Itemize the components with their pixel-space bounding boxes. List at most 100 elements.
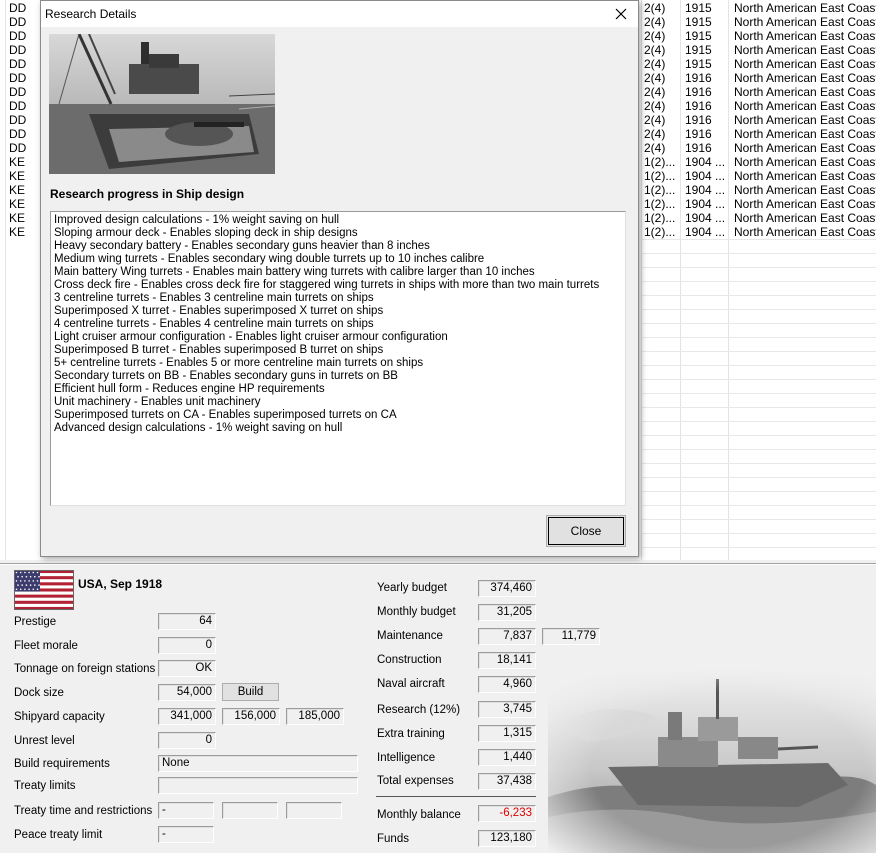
fleet-area: North American East Coast bbox=[734, 225, 876, 239]
grid-line bbox=[641, 435, 876, 436]
fleet-area: North American East Coast bbox=[734, 155, 876, 169]
fleet-count: 2(4) bbox=[644, 71, 666, 85]
funds-label: Funds bbox=[377, 833, 409, 845]
grid-line bbox=[641, 407, 876, 408]
panel-separator bbox=[0, 563, 876, 565]
grid-line bbox=[641, 365, 876, 366]
fleet-type: DD bbox=[9, 141, 27, 155]
fleet-count: 1(2)... bbox=[644, 155, 676, 169]
research-item[interactable]: Efficient hull form - Reduces engine HP … bbox=[54, 383, 622, 396]
monthly-balance-value: -6,233 bbox=[478, 805, 536, 822]
usa-flag-icon bbox=[14, 570, 74, 611]
fleet-year: 1916 bbox=[685, 71, 712, 85]
fleet-area: North American East Coast bbox=[734, 141, 876, 155]
research-item[interactable]: Superimposed B turret - Enables superimp… bbox=[54, 344, 622, 357]
nation-date: USA, Sep 1918 bbox=[78, 577, 163, 591]
grid-line bbox=[641, 267, 876, 268]
close-button[interactable]: Close bbox=[546, 515, 626, 547]
fleet-type: KE bbox=[9, 155, 26, 169]
research-item[interactable]: Medium wing turrets - Enables secondary … bbox=[54, 253, 622, 266]
fleet-type: DD bbox=[9, 85, 27, 99]
research-item[interactable]: Main battery Wing turrets - Enables main… bbox=[54, 266, 622, 279]
monthly-budget-value: 31,205 bbox=[478, 604, 536, 621]
build-requirements-label: Build requirements bbox=[14, 758, 110, 770]
research-item[interactable]: Heavy secondary battery - Enables second… bbox=[54, 240, 622, 253]
fleet-type: KE bbox=[9, 183, 26, 197]
research-item[interactable]: Advanced design calculations - 1% weight… bbox=[54, 422, 622, 435]
grid-line bbox=[641, 477, 876, 478]
research-item[interactable]: Superimposed X turret - Enables superimp… bbox=[54, 305, 622, 318]
fleet-area: North American East Coast bbox=[734, 85, 876, 99]
treaty-limits-value bbox=[158, 777, 358, 794]
fleet-year: 1904 ... bbox=[685, 155, 726, 169]
fleet-area: North American East Coast bbox=[734, 15, 876, 29]
research-item[interactable]: Sloping armour deck - Enables sloping de… bbox=[54, 227, 622, 240]
fleet-area: North American East Coast bbox=[734, 29, 876, 43]
research-progress-heading: Research progress in Ship design bbox=[50, 187, 245, 201]
grid-line bbox=[641, 491, 876, 492]
destroyer-artwork bbox=[548, 667, 876, 853]
research-item[interactable]: Cross deck fire - Enables cross deck fir… bbox=[54, 279, 622, 292]
research-item[interactable]: Improved design calculations - 1% weight… bbox=[54, 214, 622, 227]
fleet-year: 1904 ... bbox=[685, 197, 726, 211]
close-icon[interactable] bbox=[610, 4, 632, 24]
research-item[interactable]: 4 centreline turrets - Enables 4 centrel… bbox=[54, 318, 622, 331]
fleet-type: KE bbox=[9, 225, 26, 239]
grid-line bbox=[641, 519, 876, 520]
fleet-year: 1916 bbox=[685, 85, 712, 99]
fleet-type: DD bbox=[9, 71, 27, 85]
shipyard-capacity-value: 185,000 bbox=[286, 708, 344, 725]
fleet-count: 2(4) bbox=[644, 43, 666, 57]
grid-line bbox=[641, 449, 876, 450]
research-item[interactable]: Secondary turrets on BB - Enables second… bbox=[54, 370, 622, 383]
fleet-count: 2(4) bbox=[644, 29, 666, 43]
fleet-area: North American East Coast bbox=[734, 127, 876, 141]
fleet-type: DD bbox=[9, 29, 27, 43]
intelligence-value: 1,440 bbox=[478, 749, 536, 766]
shipyard-capacity-value: 156,000 bbox=[222, 708, 280, 725]
fleet-count: 2(4) bbox=[644, 127, 666, 141]
fleet-count: 1(2)... bbox=[644, 197, 676, 211]
fleet-type: DD bbox=[9, 1, 27, 15]
grid-line bbox=[641, 253, 876, 254]
construction-label: Construction bbox=[377, 654, 442, 666]
naval-aircraft-value: 4,960 bbox=[478, 676, 536, 693]
fleet-year: 1904 ... bbox=[685, 183, 726, 197]
monthly-balance-label: Monthly balance bbox=[377, 809, 461, 821]
grid-line bbox=[641, 463, 876, 464]
fleet-type: DD bbox=[9, 43, 27, 57]
research-list[interactable]: Improved design calculations - 1% weight… bbox=[50, 211, 626, 506]
prestige-label: Prestige bbox=[14, 616, 57, 628]
tonnage-foreign-value: OK bbox=[158, 660, 216, 677]
fleet-year: 1916 bbox=[685, 127, 712, 141]
research-item[interactable]: Superimposed turrets on CA - Enables sup… bbox=[54, 409, 622, 422]
build-dock-button[interactable]: Build bbox=[222, 683, 279, 701]
grid-line bbox=[641, 379, 876, 380]
fleet-count: 1(2)... bbox=[644, 183, 676, 197]
fleet-year: 1915 bbox=[685, 15, 712, 29]
dialog-titlebar[interactable]: Research Details bbox=[41, 1, 638, 27]
research-item[interactable]: 3 centreline turrets - Enables 3 centrel… bbox=[54, 292, 622, 305]
research-item[interactable]: Light cruiser armour configuration - Ena… bbox=[54, 331, 622, 344]
fleet-type: DD bbox=[9, 113, 27, 127]
dock-size-value: 54,000 bbox=[158, 684, 216, 701]
yearly-budget-value: 374,460 bbox=[478, 580, 536, 597]
fleet-area: North American East Coast bbox=[734, 113, 876, 127]
monthly-budget-label: Monthly budget bbox=[377, 606, 456, 618]
fleet-type: DD bbox=[9, 15, 27, 29]
treaty-time-label: Treaty time and restrictions bbox=[14, 805, 153, 817]
research-details-dialog: Research Details Research progress in Sh… bbox=[40, 0, 639, 557]
research-item[interactable]: Unit machinery - Enables unit machinery bbox=[54, 396, 622, 409]
intelligence-label: Intelligence bbox=[377, 752, 436, 764]
unrest-level-label: Unrest level bbox=[14, 735, 75, 747]
research-item[interactable]: 5+ centreline turrets - Enables 5 or mor… bbox=[54, 357, 622, 370]
fleet-count: 1(2)... bbox=[644, 169, 676, 183]
grid-line bbox=[641, 351, 876, 352]
fleet-area: North American East Coast bbox=[734, 183, 876, 197]
fleet-area: North American East Coast bbox=[734, 197, 876, 211]
fleet-count: 2(4) bbox=[644, 141, 666, 155]
balance-divider bbox=[376, 796, 536, 797]
maintenance-label: Maintenance bbox=[377, 630, 443, 642]
fleet-count: 2(4) bbox=[644, 57, 666, 71]
yearly-budget-label: Yearly budget bbox=[377, 582, 447, 594]
